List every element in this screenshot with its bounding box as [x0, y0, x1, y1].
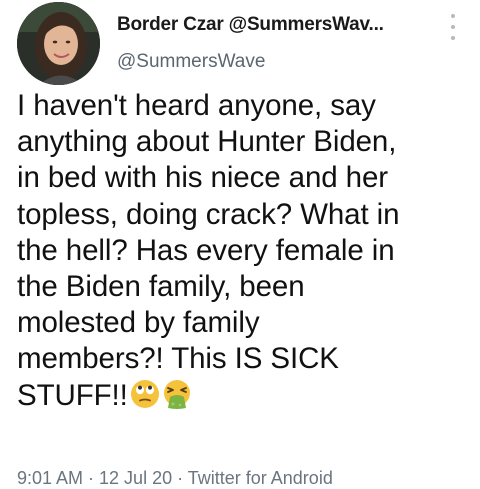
tweet-text-line: I haven't heard anyone, say: [17, 89, 376, 122]
tweet-card: Border Czar @SummersWav... @SummersWave …: [0, 0, 480, 488]
tweet-text-line: molested by family: [17, 306, 260, 340]
tweet-text-last-line: STUFF!!: [17, 378, 472, 414]
tweet-text-line: anything about Hunter Biden,: [17, 125, 397, 159]
tweet-text: I haven't heard anyone, say anything abo…: [17, 88, 472, 414]
tweet-text-line: topless, doing crack? What in: [17, 197, 400, 231]
avatar-photo: [17, 2, 100, 85]
user-handle[interactable]: @SummersWave: [117, 51, 265, 73]
display-name[interactable]: Border Czar @SummersWav...: [117, 14, 384, 36]
tweet-text-line: the hell? Has every female in: [17, 233, 395, 267]
face-vomiting-icon: [163, 379, 190, 409]
tweet-text-line: STUFF!!: [17, 378, 128, 412]
face-with-rolling-eyes-icon: [130, 379, 159, 408]
tweet-timestamp[interactable]: 9:01 AM · 12 Jul 20 · Twitter for Androi…: [17, 468, 333, 489]
tweet-text-line: in bed with his niece and her: [17, 161, 389, 195]
more-options-icon[interactable]: [446, 14, 460, 40]
tweet-text-line: members?! This IS SICK: [17, 342, 339, 376]
avatar[interactable]: [17, 2, 100, 85]
tweet-text-line: the Biden family, been: [17, 270, 305, 304]
